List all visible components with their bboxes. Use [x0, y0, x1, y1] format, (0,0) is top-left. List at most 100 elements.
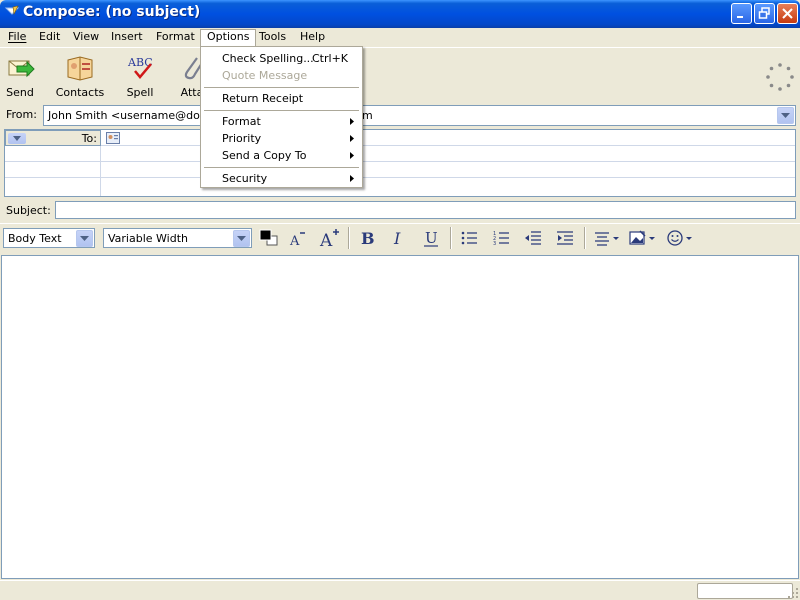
spellcheck-icon: ABC: [127, 56, 153, 79]
subject-row: Subject:: [0, 200, 800, 222]
bold-button[interactable]: B: [355, 227, 379, 249]
menu-separator: [204, 87, 359, 88]
submenu-arrow-icon: [350, 152, 354, 159]
submenu-arrow-icon: [350, 118, 354, 125]
indent-icon: [557, 231, 573, 245]
menu-item-priority[interactable]: Priority: [203, 130, 360, 147]
svg-text:A: A: [319, 231, 333, 249]
minimize-button[interactable]: [731, 3, 752, 24]
align-center-icon: [595, 232, 619, 246]
quote-message-label: Quote Message: [222, 69, 308, 82]
address-type-dropdown[interactable]: [8, 133, 26, 144]
insert-image-icon: [629, 230, 655, 245]
bulleted-list-button[interactable]: [457, 227, 481, 249]
format-label: Format: [222, 115, 261, 128]
submenu-arrow-icon: [350, 175, 354, 182]
paragraph-style-dropdown[interactable]: [76, 230, 93, 247]
indent-button[interactable]: [553, 227, 577, 249]
address-list[interactable]: To:: [4, 129, 796, 197]
message-body-editor[interactable]: [1, 255, 799, 579]
menu-separator: [204, 167, 359, 168]
menu-item-security[interactable]: Security: [203, 170, 360, 187]
menu-insert[interactable]: Insert: [105, 29, 149, 46]
numbered-list-icon: 123: [493, 231, 509, 247]
menu-item-quote-message: Quote Message: [203, 67, 360, 84]
toolbar-separator: [584, 227, 586, 249]
return-receipt-label: Return Receipt: [222, 92, 304, 105]
menu-insert-label: Insert: [111, 30, 143, 43]
insert-menu-button[interactable]: [627, 227, 659, 249]
color-swatch-icon: [259, 229, 278, 246]
chevron-down-icon: [13, 136, 21, 141]
close-button[interactable]: [777, 3, 798, 24]
resize-grip-icon[interactable]: [787, 587, 799, 599]
contacts-button[interactable]: Contacts: [54, 52, 106, 100]
send-button[interactable]: Send: [0, 52, 46, 100]
menu-item-check-spelling[interactable]: Check Spelling... Ctrl+K: [203, 50, 360, 67]
toolbar-separator: [450, 227, 452, 249]
menu-item-format[interactable]: Format: [203, 113, 360, 130]
options-menu: Check Spelling... Ctrl+K Quote Message R…: [200, 46, 363, 188]
restore-icon: [758, 7, 770, 19]
menu-format[interactable]: Format: [150, 29, 201, 46]
address-type-select[interactable]: To:: [5, 130, 101, 146]
font-family-value: Variable Width: [108, 232, 188, 245]
address-row[interactable]: To:: [5, 130, 795, 146]
menu-item-return-receipt[interactable]: Return Receipt: [203, 90, 360, 107]
title-bar[interactable]: Compose: (no subject): [0, 0, 800, 28]
address-type-cell[interactable]: [5, 146, 101, 162]
text-color-button[interactable]: [256, 227, 280, 249]
subject-label: Subject:: [6, 204, 51, 217]
svg-text:B: B: [361, 229, 375, 248]
menu-view[interactable]: View: [67, 29, 105, 46]
main-toolbar: Send Contacts ABC Spell Atta: [0, 47, 800, 103]
to-label: To:: [81, 132, 97, 145]
from-dropdown-button[interactable]: [777, 107, 794, 124]
contact-card-icon: [106, 132, 120, 144]
underline-icon: U: [424, 229, 438, 247]
menu-tools-label: Tools: [259, 30, 287, 43]
send-icon: [8, 60, 35, 78]
spell-button[interactable]: ABC Spell: [114, 52, 166, 100]
font-family-select[interactable]: Variable Width: [103, 228, 252, 248]
menu-help[interactable]: Help: [294, 29, 331, 46]
progress-meter: [697, 583, 793, 599]
smiley-menu-button[interactable]: [664, 227, 696, 249]
menu-options[interactable]: Options: [200, 29, 257, 46]
menu-item-send-copy-to[interactable]: Send a Copy To: [203, 147, 360, 164]
submenu-arrow-icon: [350, 135, 354, 142]
minimize-icon: [737, 16, 743, 18]
subject-input[interactable]: [55, 201, 796, 219]
paragraph-style-select[interactable]: Body Text: [3, 228, 95, 248]
menu-edit[interactable]: Edit: [33, 29, 66, 46]
window-title: Compose: (no subject): [23, 4, 201, 20]
security-label: Security: [222, 172, 268, 185]
outdent-icon: [525, 231, 541, 245]
smiley-icon: [667, 230, 692, 246]
numbered-list-button[interactable]: 123: [489, 227, 513, 249]
toolbar-separator: [348, 227, 350, 249]
italic-button[interactable]: I: [387, 227, 411, 249]
menu-tools[interactable]: Tools: [253, 29, 292, 46]
smaller-font-button[interactable]: A: [285, 227, 309, 249]
format-toolbar: Body Text Variable Width A A B I U 1 2 3: [0, 223, 800, 251]
address-row[interactable]: [5, 146, 795, 162]
address-type-cell[interactable]: [5, 162, 101, 178]
underline-button[interactable]: U: [419, 227, 443, 249]
spell-label: Spell: [126, 86, 154, 99]
restore-button[interactable]: [754, 3, 775, 24]
from-select[interactable]: John Smith <username@domain m: [43, 105, 796, 126]
outdent-button[interactable]: [521, 227, 545, 249]
address-row[interactable]: [5, 178, 795, 196]
align-menu-button[interactable]: [591, 227, 623, 249]
address-row[interactable]: [5, 162, 795, 178]
decrease-font-icon: A: [289, 232, 305, 248]
svg-text:A: A: [289, 234, 300, 248]
menu-options-label: Options: [207, 30, 250, 43]
check-spelling-shortcut: Ctrl+K: [312, 52, 349, 65]
font-family-dropdown[interactable]: [233, 230, 250, 247]
larger-font-button[interactable]: A: [317, 227, 341, 249]
menu-file[interactable]: File: [2, 29, 32, 46]
menu-separator: [204, 110, 359, 111]
address-type-cell[interactable]: [5, 178, 101, 196]
